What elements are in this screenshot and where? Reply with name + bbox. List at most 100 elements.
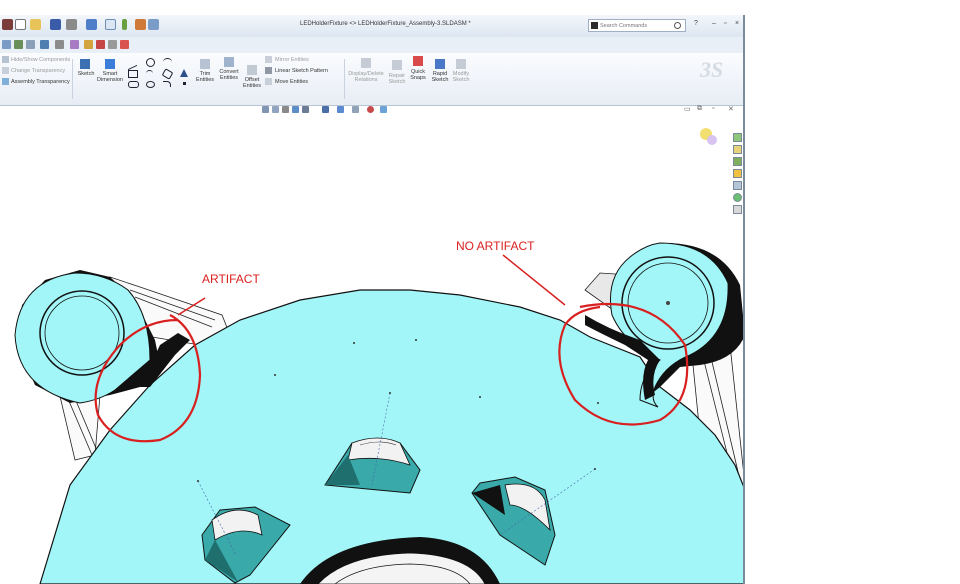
- view-orientation-icon[interactable]: [322, 106, 329, 113]
- hide-show-items-icon[interactable]: [352, 106, 359, 113]
- linear-pattern-icon[interactable]: [265, 67, 272, 74]
- options-icon[interactable]: [148, 19, 159, 30]
- previous-view-icon[interactable]: [282, 106, 289, 113]
- hide-show-icon[interactable]: [108, 40, 117, 49]
- color-icon[interactable]: [120, 40, 129, 49]
- change-transparency-icon[interactable]: [2, 67, 9, 74]
- search-commands-box[interactable]: [588, 19, 686, 32]
- rebuild-icon[interactable]: [122, 19, 127, 30]
- design-library-tab-icon[interactable]: [733, 145, 742, 154]
- sketch-button[interactable]: Sketch: [77, 71, 95, 77]
- zoom-to-area-icon[interactable]: [272, 106, 279, 113]
- insert-component-icon[interactable]: [40, 40, 49, 49]
- trim-entities-line2[interactable]: Entities: [193, 77, 217, 83]
- move-entities-icon[interactable]: [265, 78, 272, 85]
- rectangle-icon[interactable]: [128, 70, 138, 78]
- custom-properties-tab-icon[interactable]: [733, 205, 742, 214]
- magnifier-icon[interactable]: [674, 22, 681, 29]
- dynamic-annotation-icon[interactable]: [302, 106, 309, 113]
- close-icon[interactable]: ×: [735, 20, 739, 27]
- section-view-icon[interactable]: [292, 106, 299, 113]
- mirror-entities-icon[interactable]: [265, 56, 272, 63]
- viewport-restore-icon[interactable]: ▫: [712, 105, 714, 112]
- display-delete-relations-line2[interactable]: Relations: [346, 77, 386, 83]
- ribbon-separator: [344, 59, 345, 99]
- solidworks-search-icon: [591, 22, 598, 29]
- line-icon[interactable]: [128, 56, 137, 71]
- viewport-tile-icon[interactable]: ⧉: [697, 105, 702, 113]
- restore-icon[interactable]: ▫: [724, 20, 726, 27]
- viewport-close-icon[interactable]: ✕: [728, 105, 734, 113]
- select-icon[interactable]: [105, 19, 116, 30]
- smart-dimension-icon[interactable]: [105, 59, 115, 69]
- zoom-to-fit-icon[interactable]: [262, 106, 269, 113]
- fillet-icon[interactable]: [163, 81, 171, 87]
- spline-icon[interactable]: [163, 58, 172, 66]
- offset-entities-icon[interactable]: [247, 65, 257, 75]
- no-artifact-pointer: [502, 254, 566, 306]
- appearance-icon[interactable]: [84, 40, 93, 49]
- minimize-icon[interactable]: –: [712, 20, 716, 27]
- display-style-icon[interactable]: [337, 106, 344, 113]
- undo-icon[interactable]: [86, 19, 97, 30]
- new-icon[interactable]: [15, 19, 26, 30]
- ribbon-separator: [72, 59, 73, 99]
- slot-icon[interactable]: [128, 81, 139, 88]
- print-icon[interactable]: [66, 19, 77, 30]
- assembly-transparency-button[interactable]: Assembly Transparency: [11, 79, 70, 85]
- polygon-icon[interactable]: [161, 68, 174, 80]
- open-icon[interactable]: [30, 19, 41, 30]
- trim-entities-icon[interactable]: [200, 59, 210, 69]
- assembly-toolbar-row: [0, 37, 743, 54]
- text-icon[interactable]: [180, 69, 188, 77]
- section-view-icon[interactable]: [96, 40, 105, 49]
- viewport-minimize-icon[interactable]: ▭: [684, 105, 691, 113]
- solidworks-window: ARTIFACT NO ARTIFACT LEDHolderFixture <>…: [0, 15, 745, 584]
- pattern-icon[interactable]: [55, 40, 64, 49]
- move-component-icon[interactable]: [2, 40, 11, 49]
- rapid-sketch-line2[interactable]: Sketch: [429, 77, 451, 83]
- display-relations-icon[interactable]: [361, 58, 371, 68]
- help-icon[interactable]: ?: [694, 20, 698, 27]
- document-title: LEDHolderFixture <> LEDHolderFixture_Ass…: [300, 21, 471, 27]
- mirror-entities-button[interactable]: Mirror Entities: [275, 57, 309, 63]
- explode-icon[interactable]: [70, 40, 79, 49]
- hide-show-components-button[interactable]: Hide/Show Components: [11, 57, 70, 63]
- convert-entities-line2[interactable]: Entities: [216, 75, 242, 81]
- arc-icon[interactable]: [146, 70, 153, 77]
- scene-light-icon: [700, 128, 717, 145]
- save-icon[interactable]: [50, 19, 61, 30]
- rapid-sketch-icon[interactable]: [435, 59, 445, 69]
- offset-entities-line2[interactable]: Entities: [240, 83, 264, 89]
- point-icon[interactable]: [183, 82, 186, 85]
- repair-sketch-icon[interactable]: [392, 60, 402, 70]
- assembly-transparency-icon[interactable]: [2, 78, 9, 85]
- hide-show-icon[interactable]: [2, 56, 9, 63]
- search-commands-input[interactable]: [600, 21, 672, 30]
- appearances-tab-icon[interactable]: [733, 193, 742, 202]
- modify-sketch-line2[interactable]: Sketch: [450, 77, 472, 83]
- move-entities-button[interactable]: Move Entities: [275, 79, 308, 85]
- edit-appearance-icon[interactable]: [367, 106, 374, 113]
- app-menu-icon[interactable]: [2, 19, 13, 30]
- resources-tab-icon[interactable]: [733, 133, 742, 142]
- repair-sketch-line2[interactable]: Sketch: [386, 79, 408, 85]
- convert-entities-icon[interactable]: [224, 57, 234, 67]
- quick-snaps-line2[interactable]: Snaps: [407, 75, 429, 81]
- ellipse-icon[interactable]: [146, 81, 155, 88]
- circle-icon[interactable]: [146, 58, 155, 67]
- command-manager: Hide/Show Components Change Transparency…: [0, 53, 743, 106]
- sketch-icon[interactable]: [80, 59, 90, 69]
- change-transparency-button[interactable]: Change Transparency: [11, 68, 65, 74]
- smart-dimension-line2[interactable]: Dimension: [97, 77, 123, 83]
- quick-snaps-icon[interactable]: [413, 56, 423, 66]
- mate-icon[interactable]: [26, 40, 35, 49]
- linear-sketch-pattern-button[interactable]: Linear Sketch Pattern: [275, 68, 328, 74]
- modify-sketch-icon[interactable]: [456, 59, 466, 69]
- file-explorer-tab-icon[interactable]: [733, 157, 742, 166]
- rotate-component-icon[interactable]: [14, 40, 23, 49]
- search-tab-icon[interactable]: [733, 169, 742, 178]
- view-palette-tab-icon[interactable]: [733, 181, 742, 190]
- file-properties-icon[interactable]: [135, 19, 146, 30]
- apply-scene-icon[interactable]: [380, 106, 387, 113]
